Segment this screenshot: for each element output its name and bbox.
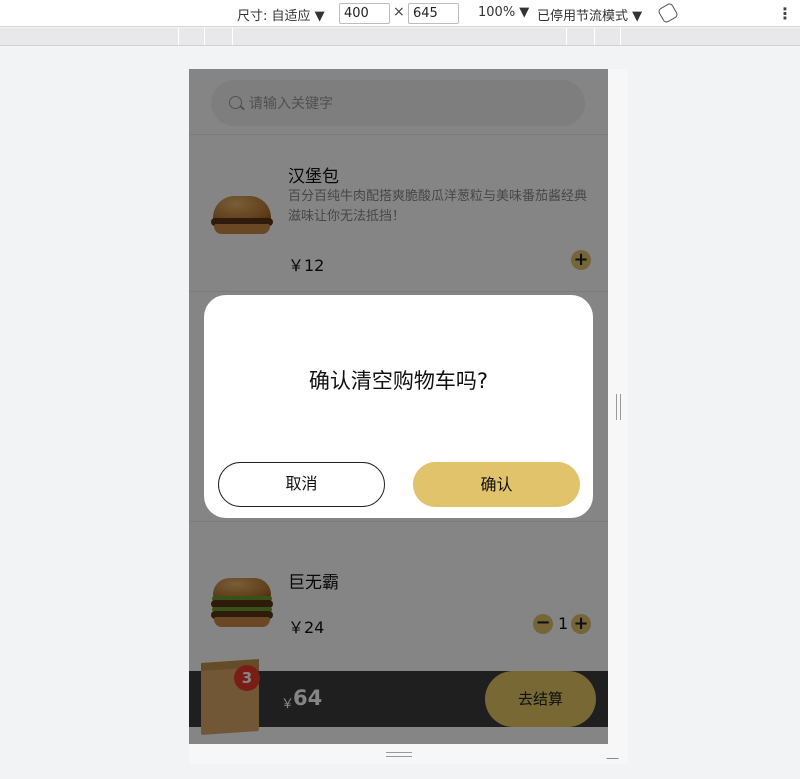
ruler-segment[interactable]: [204, 28, 205, 45]
ruler-segment[interactable]: [178, 28, 179, 45]
throttle-dropdown[interactable]: 已停用节流模式 ▼: [537, 5, 642, 24]
devtools-toolbar: 尺寸: 自适应 ▼ 400 × 645 100% ▼ 已停用节流模式 ▼ ⋮: [0, 0, 800, 27]
dialog-title: 确认清空购物车吗?: [308, 369, 489, 393]
width-input[interactable]: 400: [339, 3, 390, 24]
resize-handle-bottom[interactable]: [386, 752, 412, 757]
confirm-button[interactable]: 确认: [413, 462, 580, 507]
ruler-segment[interactable]: [594, 28, 595, 45]
media-query-ruler: [0, 28, 800, 46]
resize-handle-right[interactable]: [616, 394, 621, 420]
times-sign: ×: [393, 4, 405, 20]
ruler-segment[interactable]: [620, 28, 621, 45]
device-viewport: 请输入关键字 汉堡包 百分百纯牛肉配搭爽脆酸瓜洋葱粒与美味番茄酱经典滋味让你无法…: [189, 69, 608, 744]
zoom-dropdown[interactable]: 100% ▼: [478, 5, 529, 20]
confirm-clear-cart-dialog: 确认清空购物车吗? 取消 确认: [204, 295, 593, 518]
more-options-icon[interactable]: ⋮: [777, 4, 793, 23]
ruler-segment[interactable]: [232, 28, 233, 45]
rotate-icon[interactable]: [657, 2, 679, 24]
ruler-segment[interactable]: [566, 28, 567, 45]
height-input[interactable]: 645: [408, 3, 459, 24]
dimensions-dropdown[interactable]: 尺寸: 自适应 ▼: [237, 5, 325, 24]
cancel-button[interactable]: 取消: [218, 462, 385, 507]
